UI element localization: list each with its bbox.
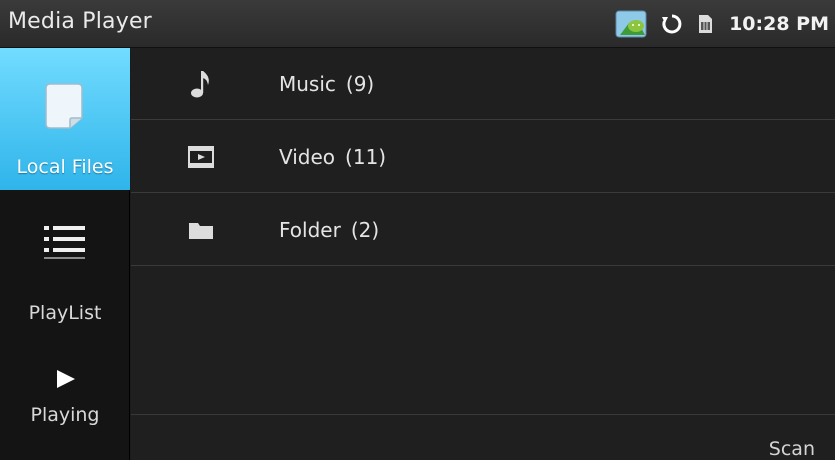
list-item-label: Folder (2): [279, 218, 379, 242]
sync-icon: [661, 13, 683, 35]
list-item-label: Video (11): [279, 145, 386, 169]
media-list: Music (9) Video (11) Folder (2) Scan: [131, 48, 835, 460]
play-icon: [55, 368, 77, 394]
divider: [131, 414, 835, 415]
sidebar-item-label: PlayList: [28, 302, 102, 324]
status-icons: 10:28 PM: [601, 0, 829, 48]
list-icon: [44, 222, 86, 266]
status-bar: Media Player 10:28 PM: [0, 0, 835, 48]
sidebar-item-playlist[interactable]: PlayList: [0, 208, 130, 348]
list-item-music[interactable]: Music (9): [131, 48, 835, 120]
music-note-icon: [187, 70, 215, 98]
video-icon: [187, 143, 215, 171]
media-player-screen: Media Player 10:28 PM Local Files PlayLi…: [0, 0, 835, 460]
list-item-video[interactable]: Video (11): [131, 121, 835, 193]
app-title: Media Player: [8, 9, 152, 34]
sidebar-item-label: Playing: [30, 404, 100, 426]
music-count: (9): [345, 71, 375, 96]
android-notification-icon[interactable]: [615, 9, 647, 39]
video-count: (11): [345, 144, 387, 169]
folder-label: Folder: [279, 217, 341, 242]
sidebar-item-label: Local Files: [16, 156, 114, 178]
scan-button[interactable]: Scan: [769, 438, 815, 460]
file-icon: [44, 82, 84, 134]
sidebar-item-playing[interactable]: Playing: [0, 358, 130, 460]
video-label: Video: [279, 144, 336, 169]
sim-card-icon: [697, 14, 713, 34]
sidebar: Local Files PlayList Playing: [0, 48, 130, 460]
folder-count: (2): [350, 217, 380, 242]
list-item-folder[interactable]: Folder (2): [131, 194, 835, 266]
folder-icon: [187, 216, 215, 244]
music-label: Music: [279, 71, 336, 96]
list-item-label: Music (9): [279, 72, 374, 96]
sidebar-item-local-files[interactable]: Local Files: [0, 48, 130, 190]
clock: 10:28 PM: [729, 13, 829, 35]
